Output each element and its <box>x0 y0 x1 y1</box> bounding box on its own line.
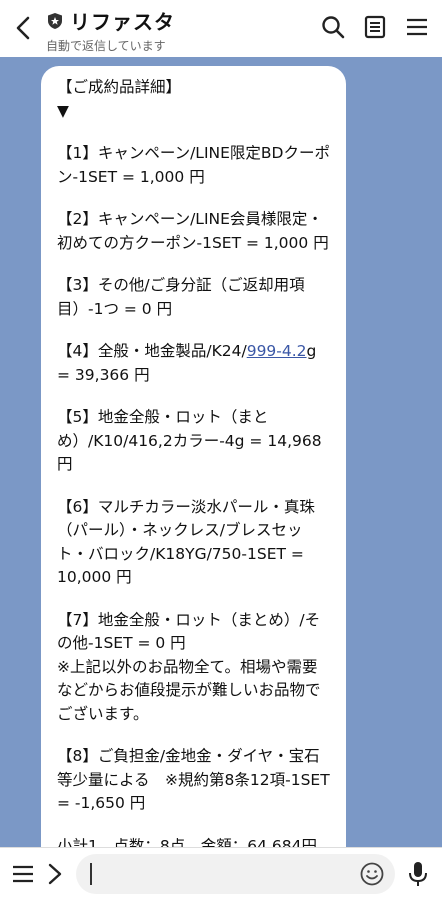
mic-icon[interactable] <box>407 860 429 888</box>
chat-header: リファスタ 自動で返信しています <box>0 0 442 57</box>
shield-icon <box>48 12 62 29</box>
chat-title: リファスタ <box>70 10 175 34</box>
item-4-link[interactable]: 999-4.2 <box>247 342 307 360</box>
emoji-icon[interactable] <box>359 861 385 887</box>
item-4-prefix: 【4】全般・地金製品/K24/ <box>57 342 247 360</box>
title-area[interactable]: リファスタ 自動で返信しています <box>46 6 175 54</box>
hamburger-icon[interactable] <box>12 864 34 884</box>
item-4: 【4】全般・地金製品/K24/999-4.2g = 39,366 円 <box>57 340 330 387</box>
item-6: 【6】マルチカラー淡水パール・真珠（パール）・ネックレス/ブレスセット・バロック… <box>57 497 315 587</box>
message-arrow: ▼ <box>57 101 69 120</box>
item-7: 【7】地金全般・ロット（まとめ）/その他-1SET = 0 円 <box>57 610 321 653</box>
item-7-note: ※上記以外のお品物全て。相場や需要などからお値段提示が難しいお品物でございます。 <box>57 657 321 723</box>
message-composer <box>0 847 442 901</box>
message-heading: 【ご成約品詳細】 <box>57 78 182 96</box>
chat-area[interactable]: 【ご成約品詳細】 ▼ 【1】キャンペーン/LINE限定BDクーポン-1SET =… <box>0 57 442 847</box>
message-input[interactable] <box>76 854 395 894</box>
item-1: 【1】キャンペーン/LINE限定BDクーポン-1SET = 1,000 円 <box>57 144 330 186</box>
message-bubble[interactable]: 【ご成約品詳細】 ▼ 【1】キャンペーン/LINE限定BDクーポン-1SET =… <box>41 66 346 847</box>
text-caret <box>90 863 92 885</box>
search-icon[interactable] <box>320 14 346 40</box>
menu-icon[interactable] <box>404 14 430 40</box>
item-2: 【2】キャンペーン/LINE会員様限定・初めての方クーポン-1SET = 1,0… <box>57 210 329 252</box>
item-8: 【8】ご負担金/金地金・ダイヤ・宝石等少量による ※規約第8条12項-1SET … <box>57 747 335 812</box>
auto-reply-status: 自動で返信しています <box>46 39 166 53</box>
item-3: 【3】その他/ご身分証（ご返却用項目）-1つ = 0 円 <box>57 276 305 318</box>
item-5: 【5】地金全般・ロット（まとめ）/K10/416,2カラー-4g = 14,96… <box>57 408 327 473</box>
notes-icon[interactable] <box>362 14 388 40</box>
chevron-right-icon[interactable] <box>45 862 65 886</box>
subtotal: 小計1 点数：8点 金額：64,684円 <box>57 836 317 848</box>
back-arrow-icon[interactable] <box>10 14 38 42</box>
